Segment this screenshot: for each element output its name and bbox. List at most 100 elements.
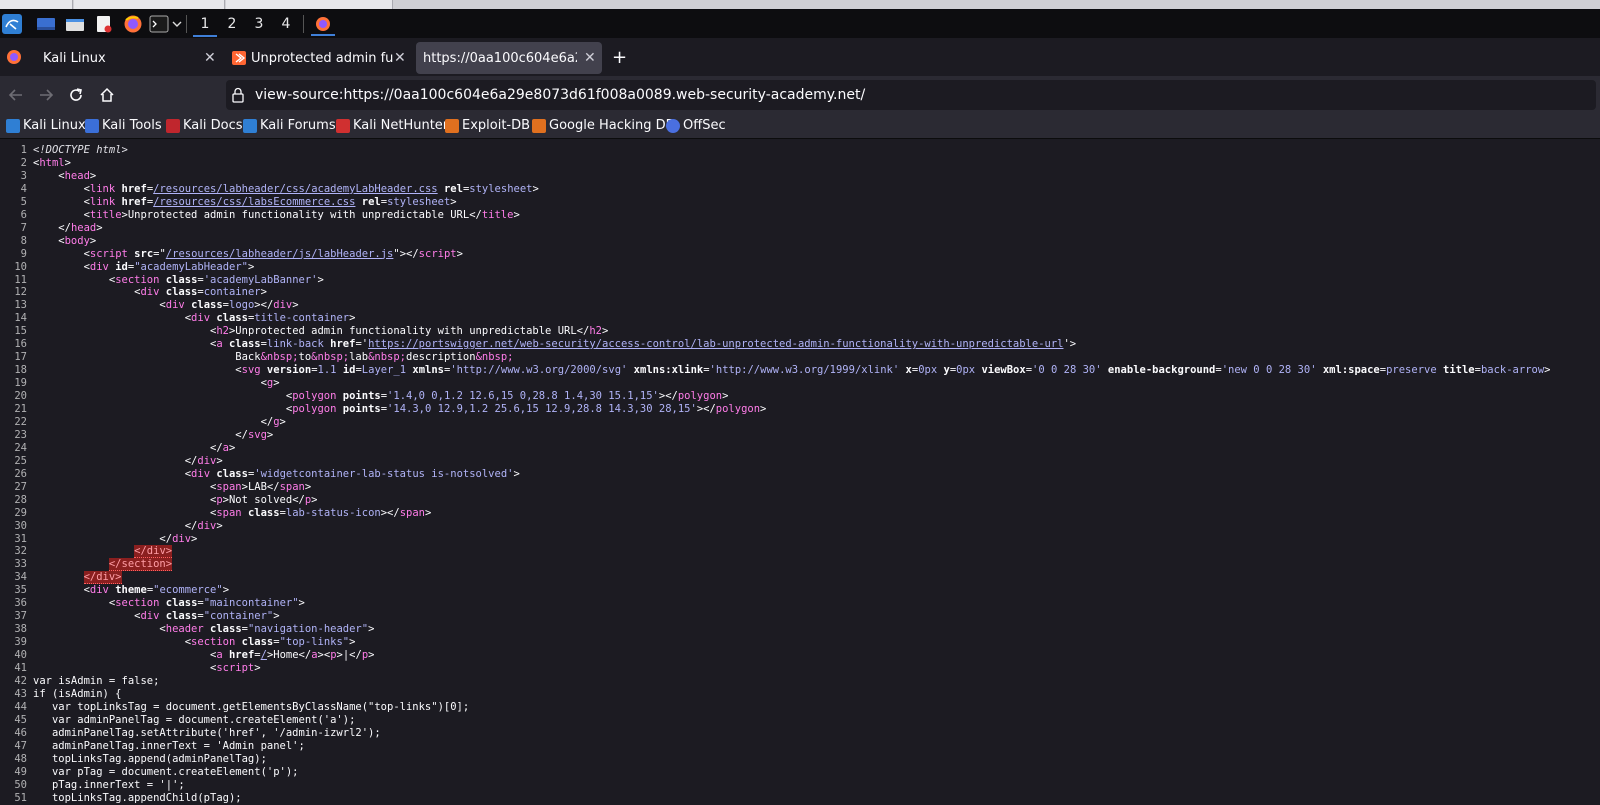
line-number: 15	[14, 325, 27, 338]
firefox-view-icon[interactable]	[4, 47, 24, 67]
source-token: '1.4,0 0,1.2 12.6,15 0,28.8 1.4,30 15.1,…	[387, 390, 659, 403]
home-icon[interactable]	[97, 85, 117, 105]
source-token: rel	[443, 182, 463, 195]
source-token: </	[33, 454, 198, 467]
source-token: <	[33, 377, 267, 390]
chevron-down-icon[interactable]	[170, 14, 184, 34]
show-desktop-icon[interactable]	[36, 14, 56, 34]
tab-kali-linux[interactable]: Kali Linux ✕	[34, 42, 220, 74]
line-number: 43	[14, 687, 27, 700]
workspace-3[interactable]: 3	[247, 13, 271, 35]
source-line: <section class='academyLabBanner'>	[33, 274, 324, 287]
address-bar[interactable]: view-source:https://0aa100c604e6a29e8073…	[226, 80, 1596, 110]
workspace-1[interactable]: 1	[193, 13, 217, 37]
close-icon[interactable]: ✕	[204, 50, 216, 66]
line-number: 28	[14, 493, 27, 506]
bookmark-kali-tools[interactable]: Kali Tools	[85, 118, 162, 133]
line-number: 2	[20, 156, 27, 169]
tab-label: Unprotected admin functi	[251, 50, 393, 66]
source-token: >	[456, 247, 463, 260]
source-token: class	[165, 286, 198, 299]
bookmark-kali-docs[interactable]: Kali Docs	[166, 118, 243, 133]
source-link[interactable]: /resources/labheader/js/labHeader.js	[166, 248, 394, 260]
source-token: class	[165, 597, 198, 610]
bookmark-kali-linux[interactable]: Kali Linux	[6, 118, 86, 133]
source-line: </div>	[33, 545, 173, 559]
source-token: "navigation-header"	[247, 623, 369, 636]
source-token: div	[89, 584, 109, 597]
bookmark-offsec[interactable]: OffSec	[666, 118, 726, 133]
host-tab-windows[interactable]	[74, 0, 225, 9]
source-token: ='	[355, 338, 369, 351]
file-manager-icon[interactable]	[65, 14, 85, 34]
source-line: <p>Not solved</p>	[33, 494, 318, 507]
source-token: "container"	[203, 610, 274, 623]
source-token: <	[33, 260, 90, 273]
source-token: class	[247, 506, 280, 519]
firefox-launcher-icon[interactable]	[123, 14, 143, 34]
bookmark-label: Kali NetHunter	[353, 118, 449, 133]
source-line: <script>	[33, 662, 261, 675]
source-token: div	[165, 299, 185, 312]
source-token: "maincontainer"	[203, 597, 299, 610]
workspace-4[interactable]: 4	[274, 13, 298, 35]
new-tab-button[interactable]: +	[612, 47, 627, 68]
reload-icon[interactable]	[66, 85, 86, 105]
source-token: var topLinksTag = document.getElementsBy…	[33, 700, 470, 713]
firefox-window-button[interactable]	[311, 14, 335, 36]
kali-top-panel: 1 2 3 4	[0, 9, 1600, 38]
source-token: >	[311, 493, 318, 506]
source-token: >	[222, 584, 230, 597]
source-token: >	[368, 623, 375, 636]
source-token: polygon	[292, 390, 337, 403]
kali-menu-icon[interactable]	[2, 14, 22, 34]
close-icon[interactable]: ✕	[584, 50, 596, 66]
source-token	[33, 571, 84, 583]
source-token: back-arrow	[1480, 364, 1545, 377]
source-token: head	[64, 169, 90, 182]
source-link[interactable]: /resources/labheader/css/academyLabHeade…	[153, 183, 437, 195]
url-text[interactable]: view-source:https://0aa100c604e6a29e8073…	[255, 87, 865, 103]
source-link[interactable]: /resources/css/labsEcommerce.css	[153, 196, 355, 208]
source-line: <div class=container>	[33, 286, 267, 299]
bookmark-kali-nethunter[interactable]: Kali NetHunter	[336, 118, 448, 133]
host-tab-home[interactable]	[0, 0, 73, 9]
source-token: head	[70, 221, 97, 234]
line-number: 35	[14, 584, 27, 597]
line-number: 22	[14, 415, 27, 428]
bookmark-kali-forums[interactable]: Kali Forums	[243, 118, 336, 133]
source-token: span	[216, 480, 242, 493]
source-token: <	[33, 610, 141, 623]
source-token: >	[760, 403, 767, 415]
tab-unprotected-admin[interactable]: Unprotected admin functi ✕	[224, 42, 410, 74]
source-token: description	[406, 351, 476, 364]
lock-icon[interactable]	[231, 87, 245, 107]
tab-view-source[interactable]: https://0aa100c604e6a29e8 ✕	[416, 42, 602, 74]
source-token: >	[273, 610, 280, 623]
source-token: >	[89, 234, 97, 247]
back-arrow-icon[interactable]	[6, 85, 26, 105]
source-token: >	[96, 221, 103, 234]
ghdb-icon	[532, 118, 546, 133]
terminal-icon[interactable]	[148, 14, 170, 34]
source-token: >	[513, 208, 520, 221]
source-line: <div class="container">	[33, 610, 280, 623]
host-tab-kali[interactable]	[226, 0, 393, 9]
source-line: <head>	[33, 170, 96, 183]
close-icon[interactable]: ✕	[394, 50, 406, 66]
source-token: </	[33, 532, 173, 545]
bookmark-exploit-db[interactable]: Exploit-DB	[445, 118, 530, 133]
workspace-2[interactable]: 2	[220, 13, 244, 35]
source-link[interactable]: https://portswigger.net/web-security/acc…	[368, 338, 1063, 350]
source-token: <	[33, 208, 90, 221]
navigation-toolbar: view-source:https://0aa100c604e6a29e8073…	[0, 76, 1600, 114]
source-token: class	[216, 312, 248, 325]
source-token: >	[89, 169, 97, 182]
bookmark-google-hacking-db[interactable]: Google Hacking DB	[532, 118, 675, 133]
line-number: 24	[14, 441, 27, 454]
source-token: 1.1	[317, 364, 337, 377]
text-editor-icon[interactable]	[94, 14, 114, 34]
forward-arrow-icon[interactable]	[36, 85, 56, 105]
source-line: <link href=/resources/labheader/css/acad…	[33, 183, 539, 196]
source-token: preserve	[1386, 364, 1437, 377]
